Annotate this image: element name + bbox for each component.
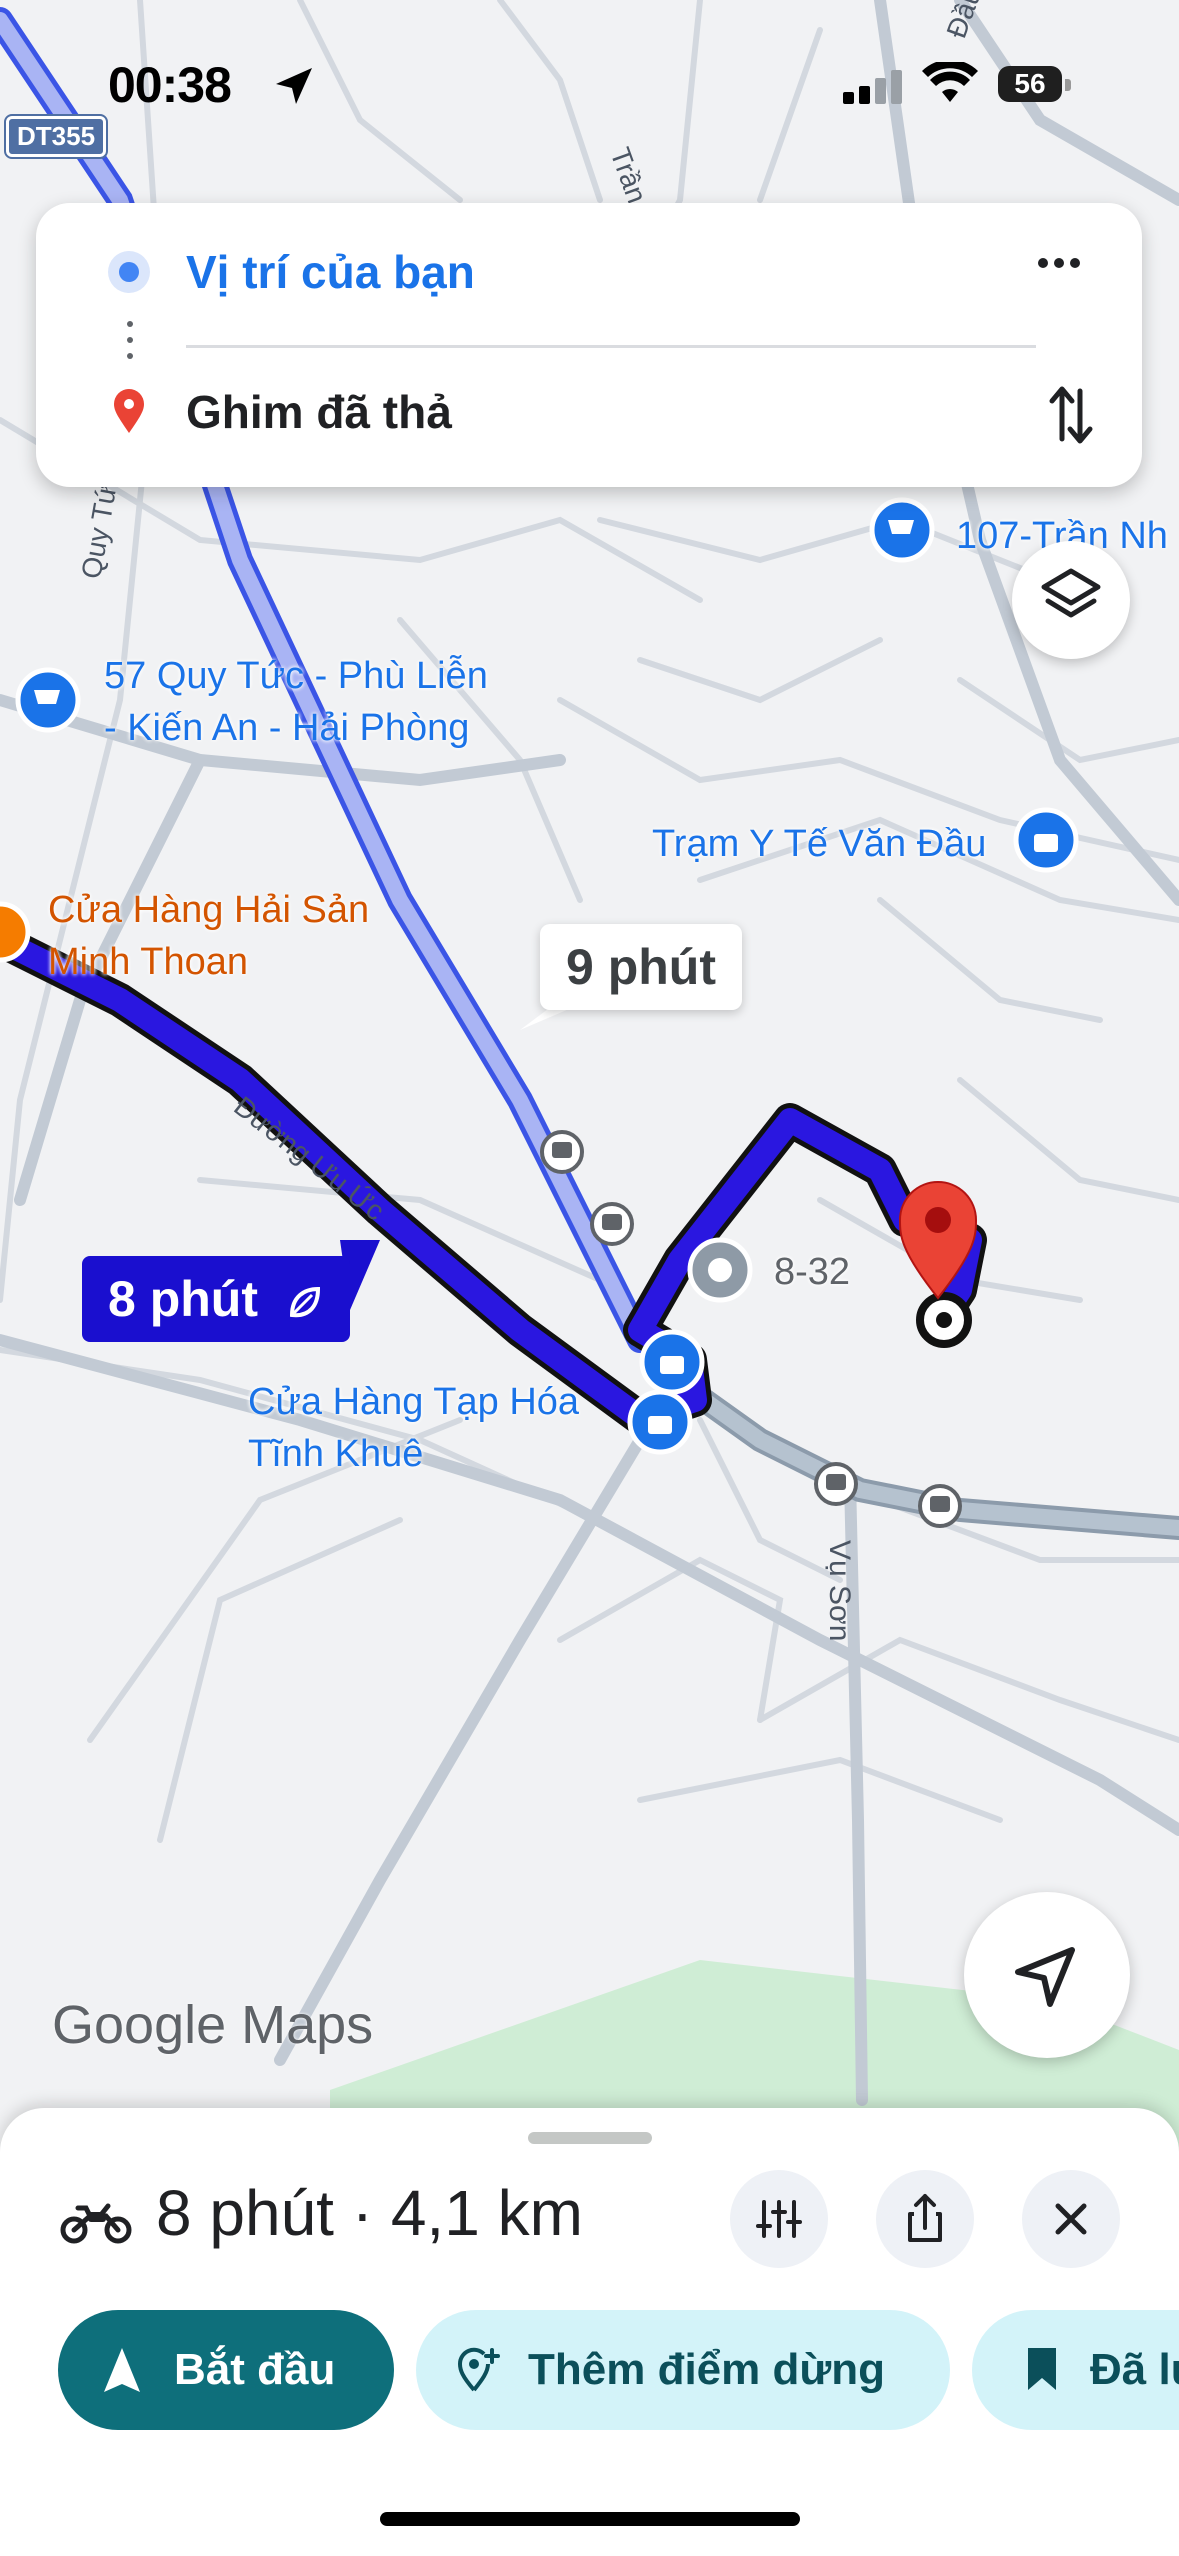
- shopping-cart-icon[interactable]: [869, 497, 935, 563]
- swap-icon[interactable]: [1046, 383, 1096, 447]
- destination-pin-icon: [114, 389, 144, 433]
- close-button[interactable]: [1022, 2170, 1120, 2268]
- poi-label-line: - Kiến An - Hải Phòng: [104, 707, 470, 749]
- poi-label-line: 57 Quy Tức - Phù Liễn: [104, 655, 488, 697]
- shopping-cart-icon[interactable]: [15, 667, 81, 733]
- add-stop-label: Thêm điểm dừng: [528, 2345, 885, 2394]
- add-location-icon: [457, 2347, 500, 2392]
- layers-button[interactable]: [1012, 541, 1130, 659]
- shopping-bag-icon[interactable]: [639, 1329, 705, 1395]
- recenter-button[interactable]: [964, 1892, 1130, 2058]
- leaf-icon: [289, 1286, 320, 1317]
- poi-label[interactable]: Trạm Y Tế Văn Đầu: [652, 818, 986, 870]
- road-shield: DT355: [3, 114, 109, 159]
- close-icon: [1055, 2203, 1087, 2235]
- route-options-button[interactable]: [730, 2170, 828, 2268]
- wifi-icon: [922, 62, 978, 102]
- divider: [186, 345, 1036, 348]
- origin-field[interactable]: Vị trí của bạn: [186, 245, 475, 299]
- tune-icon: [756, 2200, 802, 2238]
- route-bottom-sheet: 8 phút · 4,1 km Bắt đầu Thêm điểm dừng Đ…: [0, 2108, 1179, 2556]
- more-options-icon[interactable]: [1038, 255, 1094, 295]
- shopping-bag-icon[interactable]: [627, 1389, 693, 1455]
- bus-stop-icon[interactable]: [540, 1130, 584, 1174]
- poi-label-line: Minh Thoan: [48, 941, 248, 983]
- location-arrow-icon: [276, 68, 312, 104]
- poi-label[interactable]: 8-32: [774, 1246, 850, 1298]
- share-button[interactable]: [876, 2170, 974, 2268]
- destination-field[interactable]: Ghim đã thả: [186, 385, 452, 439]
- navigation-arrow-icon: [1015, 1947, 1075, 2007]
- battery-tip: [1065, 79, 1071, 91]
- poi-label-line: Cửa Hàng Tạp Hóa: [248, 1381, 580, 1423]
- battery-icon: 56: [998, 66, 1062, 102]
- sheet-grabber[interactable]: [528, 2132, 652, 2144]
- share-icon: [908, 2194, 942, 2242]
- bus-stop-icon[interactable]: [814, 1462, 858, 1506]
- directions-card: Vị trí của bạn Ghim đã thả: [36, 203, 1142, 487]
- poi-label[interactable]: Cửa Hàng Tạp Hóa Tĩnh Khuê: [248, 1376, 579, 1480]
- poi-label[interactable]: 57 Quy Tức - Phù Liễn - Kiến An - Hải Ph…: [104, 650, 488, 754]
- motorcycle-icon: [60, 2203, 132, 2244]
- save-button[interactable]: Đã lưu: [972, 2310, 1179, 2430]
- selected-route-label[interactable]: 8 phút: [82, 1256, 350, 1342]
- start-label: Bắt đầu: [174, 2345, 336, 2394]
- cellular-signal-icon: [843, 70, 907, 104]
- start-navigation-button[interactable]: Bắt đầu: [58, 2310, 394, 2430]
- poi-label-line: Cửa Hàng Hải Sản: [48, 889, 370, 931]
- shopping-bag-icon[interactable]: [1013, 807, 1079, 873]
- layers-icon: [1041, 568, 1101, 618]
- add-stop-button[interactable]: Thêm điểm dừng: [416, 2310, 950, 2430]
- route-time-label: 8 phút: [108, 1271, 258, 1327]
- street-label-vu-son: Vụ Sơn: [823, 1540, 856, 1641]
- bus-stop-icon[interactable]: [918, 1484, 962, 1528]
- navigation-icon: [104, 2348, 140, 2392]
- save-label: Đã lưu: [1090, 2345, 1179, 2394]
- google-maps-logo: Google Maps: [52, 1995, 374, 2055]
- poi-label[interactable]: Cửa Hàng Hải Sản Minh Thoan: [48, 884, 369, 988]
- route-dots-icon: [127, 321, 133, 369]
- bus-stop-icon[interactable]: [590, 1202, 634, 1246]
- route-summary: 8 phút · 4,1 km: [156, 2177, 583, 2249]
- home-indicator[interactable]: [380, 2512, 800, 2526]
- bookmark-icon: [1028, 2348, 1056, 2390]
- alternate-route-label[interactable]: 9 phút: [540, 924, 742, 1010]
- place-marker-icon[interactable]: [687, 1237, 753, 1303]
- current-location-icon: [108, 251, 150, 293]
- status-time: 00:38: [108, 57, 232, 113]
- poi-label-line: Tĩnh Khuê: [248, 1433, 424, 1475]
